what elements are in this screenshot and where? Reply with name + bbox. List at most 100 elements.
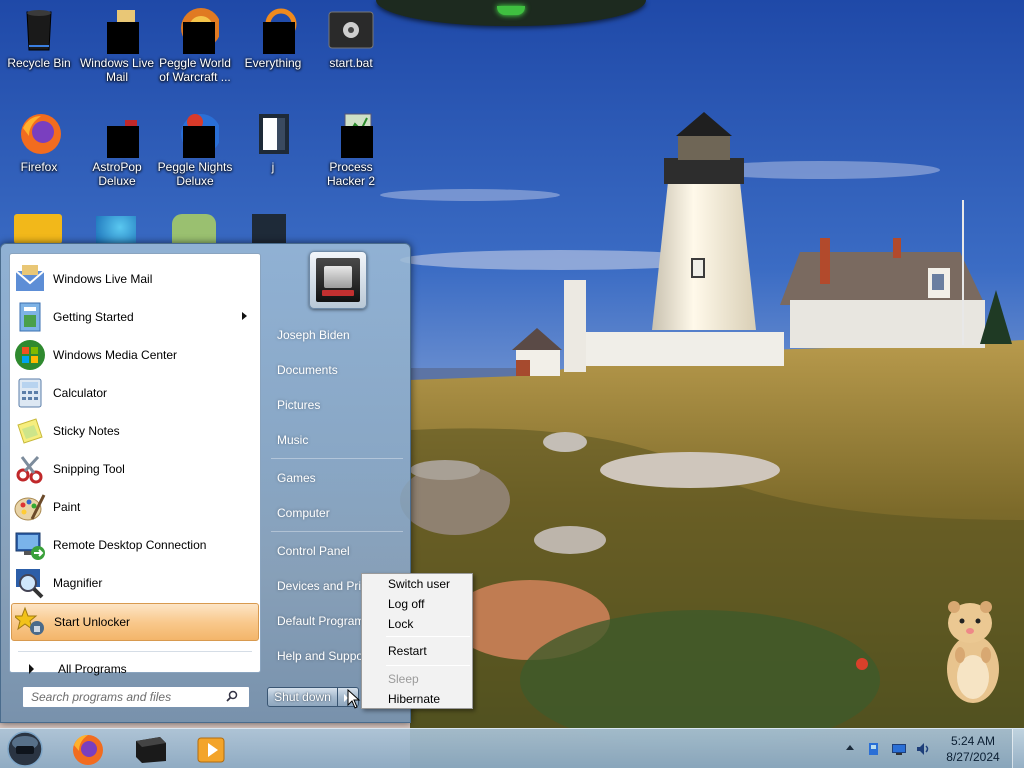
- program-start-unlocker[interactable]: Start Unlocker: [11, 603, 259, 641]
- taskbar-firefox-icon[interactable]: [66, 731, 110, 767]
- mail-icon: [93, 6, 141, 54]
- desktop-icon-label: Firefox: [20, 160, 58, 174]
- menu-item-label: Sleep: [388, 672, 419, 686]
- program-snipping-tool[interactable]: Snipping Tool: [11, 450, 259, 488]
- gadget-indicator-light: [497, 6, 525, 15]
- menu-item-label: Log off: [388, 597, 425, 611]
- desktop-icon-label: start.bat: [329, 56, 373, 70]
- media-center-icon: [14, 339, 46, 371]
- places-item-label: Computer: [277, 506, 330, 520]
- astropop-icon: [93, 110, 141, 158]
- volume-icon[interactable]: [915, 741, 931, 757]
- desktop-icon-peggle-nights[interactable]: Peggle Nights Deluxe: [156, 110, 234, 188]
- show-desktop-button[interactable]: [1012, 729, 1024, 768]
- places-item-control-panel[interactable]: Control Panel: [269, 537, 409, 565]
- menu-item-label: Hibernate: [388, 692, 441, 706]
- remote-desktop-icon: [14, 529, 46, 561]
- places-item-music[interactable]: Music: [269, 426, 409, 454]
- places-item-computer[interactable]: Computer: [269, 499, 409, 527]
- system-clock[interactable]: 5:24 AM 8/27/2024: [938, 733, 1008, 765]
- desktop-icon-peggle-wow[interactable]: Peggle World of Warcraft ...: [156, 6, 234, 84]
- desktop-icon-astropop[interactable]: AstroPop Deluxe: [78, 110, 156, 188]
- program-calculator[interactable]: Calculator: [11, 374, 259, 412]
- desktop-icon-partial-3[interactable]: [172, 214, 216, 244]
- menu-item-label: Restart: [388, 644, 427, 658]
- places-item-user-folder[interactable]: Joseph Biden: [269, 321, 409, 349]
- calculator-icon: [14, 377, 46, 409]
- submenu-arrow-icon: [242, 312, 247, 320]
- user-avatar[interactable]: [309, 251, 367, 309]
- shutdown-label: Shut down: [274, 690, 331, 704]
- desktop-icon-label: j: [271, 160, 275, 174]
- places-item-label: Games: [277, 471, 316, 485]
- desktop-icon-process-hacker[interactable]: Process Hacker 2: [312, 110, 390, 188]
- menu-item-log-off[interactable]: Log off: [364, 594, 470, 614]
- menu-item-switch-user[interactable]: Switch user: [364, 574, 470, 594]
- display-icon[interactable]: [891, 741, 907, 757]
- network-icon[interactable]: [866, 741, 882, 757]
- recycle-bin-icon: [15, 6, 63, 54]
- paint-palette-icon: [14, 491, 46, 523]
- desktop-icon-windows-live-mail[interactable]: Windows Live Mail: [78, 6, 156, 84]
- getting-started-icon: [14, 301, 46, 333]
- program-label: Remote Desktop Connection: [53, 538, 207, 552]
- taskbar-terminal-icon[interactable]: [128, 731, 172, 767]
- desktop-icon-label: Process Hacker 2: [326, 160, 376, 188]
- mail-icon: [14, 263, 46, 295]
- program-label: Calculator: [53, 386, 108, 400]
- search-icon[interactable]: [226, 690, 238, 702]
- clock-date: 8/27/2024: [946, 750, 1000, 764]
- start-search-area: Search programs and files: [9, 675, 261, 719]
- program-windows-media-center[interactable]: Windows Media Center: [11, 336, 259, 374]
- places-item-label: Help and Support: [277, 649, 371, 663]
- program-paint[interactable]: Paint: [11, 488, 259, 526]
- menu-separator: [386, 636, 470, 637]
- hamster-desktop-pet-icon: [947, 601, 999, 703]
- program-remote-desktop[interactable]: Remote Desktop Connection: [11, 526, 259, 564]
- program-windows-live-mail[interactable]: Windows Live Mail: [11, 260, 259, 298]
- places-separator: [271, 531, 403, 532]
- everything-search-icon: [249, 6, 297, 54]
- desktop-icon-j[interactable]: j: [234, 110, 312, 174]
- program-label: Paint: [53, 500, 81, 514]
- menu-item-hibernate[interactable]: Hibernate: [364, 689, 470, 709]
- desktop-icon-label: Peggle World of Warcraft ...: [159, 56, 231, 84]
- desktop-icon-firefox[interactable]: Firefox: [0, 110, 78, 174]
- program-magnifier[interactable]: Magnifier: [11, 564, 259, 602]
- start-button[interactable]: [5, 730, 45, 768]
- desktop-icon-everything[interactable]: Everything: [234, 6, 312, 70]
- desktop-icon-partial-2[interactable]: [96, 216, 136, 244]
- desktop-icon-recycle-bin[interactable]: Recycle Bin: [0, 6, 78, 70]
- program-getting-started[interactable]: Getting Started: [11, 298, 259, 336]
- desktop-icon-label: Recycle Bin: [7, 56, 71, 70]
- menu-item-restart[interactable]: Restart: [364, 641, 470, 661]
- clock-time: 5:24 AM: [950, 734, 996, 748]
- shutdown-button[interactable]: Shut down: [267, 687, 338, 707]
- menu-item-label: Switch user: [388, 577, 451, 591]
- places-item-label: Default Programs: [277, 614, 371, 628]
- desktop-icon-label: AstroPop Deluxe: [92, 160, 142, 188]
- desktop-icon-label: Peggle Nights Deluxe: [157, 160, 233, 188]
- menu-item-sleep: Sleep: [364, 669, 470, 689]
- mouse-cursor-icon: [347, 689, 361, 709]
- show-hidden-icons-arrow[interactable]: [846, 745, 854, 750]
- desktop-icon-partial-1[interactable]: [14, 214, 62, 244]
- places-item-pictures[interactable]: Pictures: [269, 391, 409, 419]
- program-sticky-notes[interactable]: Sticky Notes: [11, 412, 259, 450]
- places-separator: [271, 458, 403, 459]
- places-item-games[interactable]: Games: [269, 464, 409, 492]
- places-item-label: Control Panel: [277, 544, 350, 558]
- places-item-documents[interactable]: Documents: [269, 356, 409, 384]
- peggle-nights-icon: [171, 110, 221, 158]
- desktop-icon-label: Everything: [244, 56, 302, 70]
- menu-item-label: Lock: [388, 617, 414, 631]
- places-item-label: Pictures: [277, 398, 321, 412]
- places-item-label: Music: [277, 433, 309, 447]
- taskbar-media-player-icon[interactable]: [190, 731, 234, 767]
- magnifier-icon: [14, 567, 46, 599]
- search-input[interactable]: Search programs and files: [22, 686, 250, 708]
- desktop-icon-partial-4[interactable]: [252, 214, 286, 244]
- program-label: Windows Media Center: [53, 348, 178, 362]
- desktop-icon-start-bat[interactable]: start.bat: [312, 6, 390, 70]
- menu-item-lock[interactable]: Lock: [364, 614, 470, 634]
